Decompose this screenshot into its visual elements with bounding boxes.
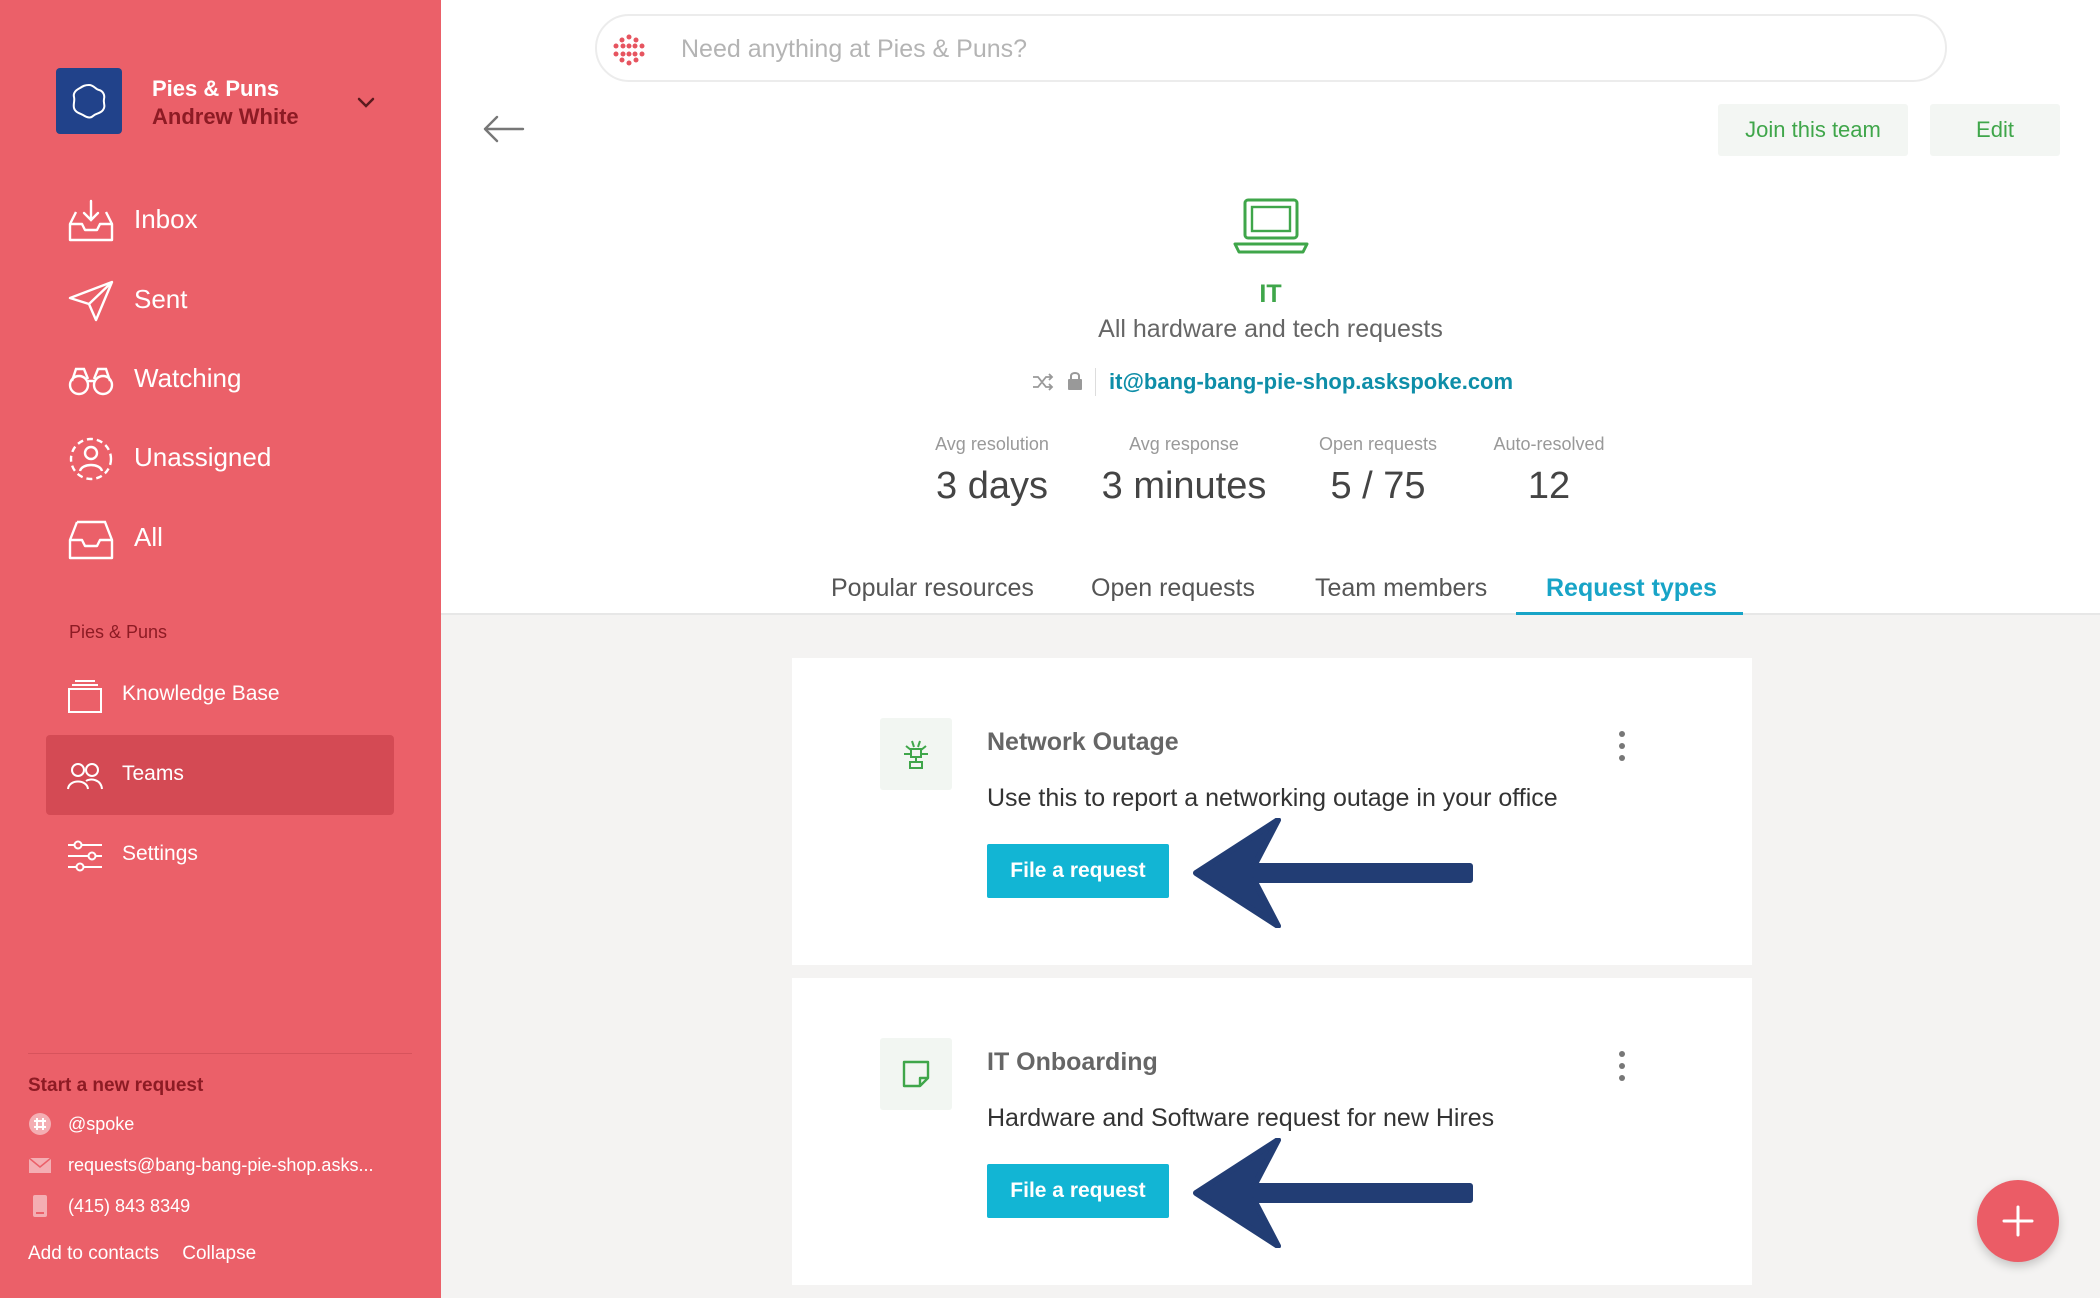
stat-avg-response: Avg response 3 minutes xyxy=(1084,434,1284,508)
nav-item-unassigned[interactable]: Unassigned xyxy=(0,426,441,490)
stat-avg-resolution: Avg resolution 3 days xyxy=(892,434,1092,508)
org-switcher[interactable]: Pies & Puns Andrew White xyxy=(56,68,386,134)
unassigned-user-icon xyxy=(69,437,113,481)
contact-phone[interactable]: (415) 843 8349 xyxy=(28,1190,418,1224)
edit-button[interactable]: Edit xyxy=(1930,104,2060,156)
stat-auto-resolved: Auto-resolved 12 xyxy=(1449,434,1649,508)
more-options-icon[interactable] xyxy=(1612,1046,1632,1086)
request-type-card: Network Outage Use this to report a netw… xyxy=(792,658,1752,965)
org-logo xyxy=(56,68,122,134)
team-header: Join this team Edit IT All hardware and … xyxy=(441,0,2100,615)
add-to-contacts-link[interactable]: Add to contacts xyxy=(28,1243,159,1264)
nav-item-label: Unassigned xyxy=(134,442,272,472)
inbox-icon xyxy=(68,199,114,242)
join-team-button[interactable]: Join this team xyxy=(1718,104,1908,156)
file-request-button[interactable]: File a request xyxy=(987,1164,1169,1218)
slack-icon xyxy=(29,1113,51,1135)
nav-item-label: Sent xyxy=(134,284,188,314)
knowledge-base-icon xyxy=(68,680,102,713)
back-arrow-icon[interactable] xyxy=(481,114,525,144)
sidebar-footer-links: Add to contacts Collapse xyxy=(28,1243,274,1265)
divider xyxy=(1095,368,1096,396)
tab-open-requests[interactable]: Open requests xyxy=(1091,574,1255,603)
chevron-down-icon[interactable] xyxy=(352,88,380,116)
binoculars-icon xyxy=(68,367,114,396)
search-input[interactable] xyxy=(681,30,1881,68)
stat-value: 3 days xyxy=(936,465,1048,507)
team-description: All hardware and tech requests xyxy=(1098,315,1443,343)
team-email-row: it@bang-bang-pie-shop.askspoke.com xyxy=(1031,366,1591,398)
request-type-description: Hardware and Software request for new Hi… xyxy=(987,1104,1495,1132)
nav-item-knowledge-base[interactable]: Knowledge Base xyxy=(46,655,394,735)
stat-value: 5 / 75 xyxy=(1330,465,1426,507)
nav-item-teams[interactable]: Teams xyxy=(46,735,394,815)
request-type-icon-box xyxy=(880,718,952,790)
active-tab-indicator xyxy=(1516,612,1743,615)
divider xyxy=(28,1053,412,1054)
request-type-description: Use this to report a networking outage i… xyxy=(987,784,1558,812)
nav-item-inbox[interactable]: Inbox xyxy=(0,188,441,252)
nav-item-label: Watching xyxy=(134,363,242,393)
stat-label: Avg resolution xyxy=(935,434,1049,454)
nav-item-sent[interactable]: Sent xyxy=(0,268,441,332)
request-type-title: Network Outage xyxy=(987,728,1179,756)
contact-label: (415) 843 8349 xyxy=(68,1196,191,1216)
tab-team-members[interactable]: Team members xyxy=(1315,574,1487,603)
plus-icon xyxy=(2002,1205,2034,1237)
laptop-icon xyxy=(1233,198,1309,254)
lock-icon xyxy=(1068,372,1082,390)
nav-item-label: Knowledge Base xyxy=(122,682,280,705)
teams-icon xyxy=(67,763,103,790)
stat-label: Auto-resolved xyxy=(1493,434,1605,454)
nav-item-settings[interactable]: Settings xyxy=(46,815,394,895)
note-icon xyxy=(902,1060,930,1088)
annotation-arrow-icon xyxy=(1193,1138,1473,1248)
collapse-link[interactable]: Collapse xyxy=(182,1243,256,1264)
team-name: IT xyxy=(1259,280,1282,308)
nav-item-label: All xyxy=(134,522,163,552)
envelope-icon xyxy=(28,1157,52,1173)
team-tabs: Popular resources Open requests Team mem… xyxy=(441,560,2100,615)
tray-icon xyxy=(68,520,114,560)
paper-plane-icon xyxy=(68,280,114,322)
new-request-fab[interactable] xyxy=(1977,1180,2059,1262)
contact-label: @spoke xyxy=(68,1114,135,1134)
phone-icon xyxy=(33,1195,47,1217)
start-request-title: Start a new request xyxy=(28,1075,204,1096)
network-icon xyxy=(904,740,928,769)
search-bar[interactable] xyxy=(595,14,1947,82)
tab-popular-resources[interactable]: Popular resources xyxy=(831,574,1034,603)
nav-item-label: Settings xyxy=(122,842,198,865)
shuffle-icon[interactable] xyxy=(1031,372,1055,392)
file-request-button[interactable]: File a request xyxy=(987,844,1169,898)
spoke-logo-icon xyxy=(613,34,645,66)
tab-request-types[interactable]: Request types xyxy=(1546,574,1717,603)
request-type-icon-box xyxy=(880,1038,952,1110)
section-label: Pies & Puns xyxy=(69,622,168,642)
stat-open-requests: Open requests 5 / 75 xyxy=(1278,434,1478,508)
request-type-card: IT Onboarding Hardware and Software requ… xyxy=(792,978,1752,1285)
stat-value: 3 minutes xyxy=(1101,465,1267,507)
more-options-icon[interactable] xyxy=(1612,726,1632,766)
nav-item-label: Inbox xyxy=(134,204,198,234)
sliders-icon xyxy=(68,840,102,872)
org-name: Pies & Puns xyxy=(152,76,280,101)
stat-value: 12 xyxy=(1527,465,1571,507)
contact-email[interactable]: requests@bang-bang-pie-shop.asks... xyxy=(28,1149,418,1183)
team-email-link[interactable]: it@bang-bang-pie-shop.askspoke.com xyxy=(1109,369,1513,395)
contact-label: requests@bang-bang-pie-shop.asks... xyxy=(68,1155,374,1175)
org-user-name: Andrew White xyxy=(152,104,299,129)
nav-item-all[interactable]: All xyxy=(0,506,441,570)
stat-label: Open requests xyxy=(1318,434,1438,454)
sidebar: Pies & Puns Andrew White Inbox Sent Watc… xyxy=(0,0,441,1298)
nav-item-watching[interactable]: Watching xyxy=(0,347,441,411)
annotation-arrow-icon xyxy=(1193,818,1473,928)
request-type-title: IT Onboarding xyxy=(987,1048,1158,1076)
contact-slack[interactable]: @spoke xyxy=(28,1108,418,1142)
stat-label: Avg response xyxy=(1129,434,1239,454)
nav-item-label: Teams xyxy=(122,762,184,785)
